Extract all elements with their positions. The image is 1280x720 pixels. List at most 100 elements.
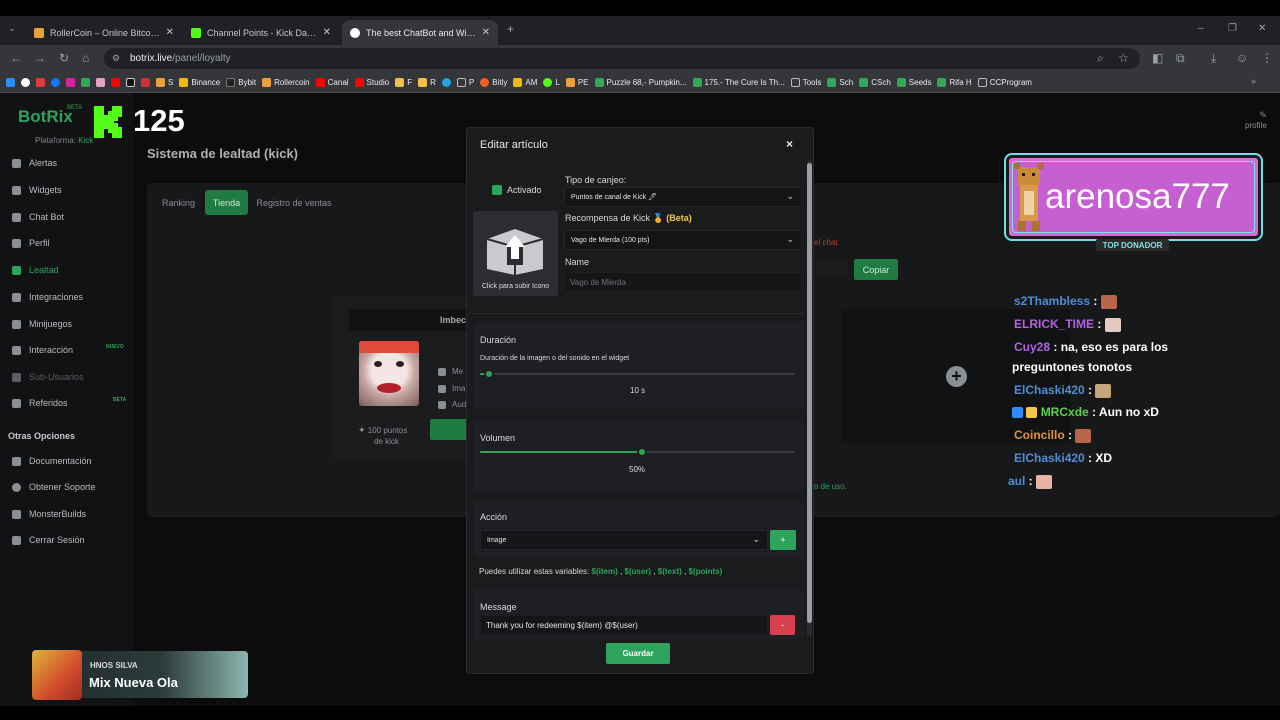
variable-user[interactable]: $(user) (624, 567, 651, 576)
new-tab-icon[interactable]: + (507, 22, 514, 36)
home-icon[interactable]: ⌂ (82, 51, 89, 65)
brand-logo[interactable]: BotRix (18, 107, 73, 127)
bookmark-star-icon[interactable]: ☆ (1118, 51, 1129, 65)
sidebar-item-subusuarios[interactable]: Sub-Usuarios (12, 372, 84, 382)
sidebar-item-documentacion[interactable]: Documentación (12, 456, 92, 466)
bookmark-icon-only[interactable] (66, 77, 75, 87)
item-edit-button[interactable] (430, 419, 470, 440)
plus-circle-icon[interactable]: + (946, 366, 967, 387)
sidebar-item-widgets[interactable]: Widgets (12, 185, 62, 195)
sidebar-item-cerrar-sesion[interactable]: Cerrar Sesión (12, 535, 85, 545)
minimize-icon[interactable]: – (1198, 23, 1204, 34)
modal-scrollbar-thumb[interactable] (807, 163, 812, 623)
url-field[interactable] (808, 262, 848, 277)
bookmark-canal[interactable]: Canal (315, 77, 349, 87)
address-bar[interactable]: botrix.live/panel/loyalty (104, 48, 1140, 69)
bookmark-icon-only[interactable] (6, 77, 15, 87)
close-icon[interactable]: ✕ (323, 27, 331, 38)
terms-note[interactable]: o de uso. (814, 482, 847, 491)
sidebar-item-lealtad[interactable]: Lealtad (12, 265, 59, 275)
zoom-icon[interactable]: ⌕ (1097, 51, 1104, 66)
bookmark-cure[interactable]: 175.- The Cure Is Th... (692, 77, 785, 87)
reload-icon[interactable]: ↻ (59, 51, 69, 65)
tab-botrix[interactable]: The best ChatBot and Widgets ✕ (342, 20, 498, 45)
bookmark-p[interactable]: P (456, 77, 474, 87)
bookmark-s[interactable]: S (156, 77, 173, 87)
sidebar-item-referidos[interactable]: Referidos (12, 398, 68, 408)
bookmark-studio[interactable]: Studio (354, 77, 389, 87)
more-bookmarks-icon[interactable]: » (1251, 76, 1256, 86)
sidebar-item-soporte[interactable]: Obtener Soporte (12, 482, 96, 492)
reward-select[interactable]: Vago de Mierda (100 pts) ⌄ (564, 230, 802, 250)
bookmark-seeds[interactable]: Seeds (896, 77, 931, 87)
sidebar-item-alertas[interactable]: Alertas (12, 158, 57, 168)
profile-link[interactable]: ✎ profile (1245, 110, 1267, 130)
forward-icon[interactable]: → (34, 51, 46, 65)
bookmark-icon-only[interactable] (111, 77, 120, 87)
bookmark-tools[interactable]: Tools (790, 77, 821, 87)
extensions-puzzle-icon[interactable]: ⧉ (1176, 51, 1185, 66)
bookmark-icon-only[interactable] (141, 77, 150, 87)
modal-close-icon[interactable]: × (786, 137, 793, 151)
close-icon[interactable]: ✕ (166, 27, 174, 38)
sidebar-item-interaccion[interactable]: Interacción (12, 345, 73, 355)
message-field[interactable]: Thank you for redeeming $(item) @$(user) (480, 615, 768, 635)
duration-slider-knob[interactable] (484, 369, 494, 379)
redeem-type-select[interactable]: Puntos de canal de Kick 🖊 ⌄ (564, 187, 802, 207)
tab-rollercoin[interactable]: RollerCoin – Online Bitcoin Min ✕ (26, 20, 182, 45)
bookmark-rollercoin[interactable]: Rollercoin (262, 77, 310, 87)
bookmark-am[interactable]: AM (513, 77, 537, 87)
bookmark-bitly[interactable]: Bitly (480, 77, 507, 87)
window-close-icon[interactable]: ✕ (1258, 23, 1266, 34)
variable-text[interactable]: $(text) (658, 567, 682, 576)
bookmark-sch[interactable]: Sch (827, 77, 853, 87)
bookmark-icon-only[interactable] (51, 77, 60, 87)
variable-item[interactable]: $(item) (592, 567, 618, 576)
bookmark-f[interactable]: F (395, 77, 412, 87)
bookmark-bybit[interactable]: Bybit (226, 77, 256, 87)
tab-ranking[interactable]: Ranking (155, 190, 202, 215)
sidebar-item-minijuegos[interactable]: Minijuegos (12, 319, 72, 329)
tab-tienda[interactable]: Tienda (205, 190, 248, 215)
extension-icon[interactable]: ◧ (1152, 51, 1163, 65)
sidebar-item-integraciones[interactable]: Integraciones (12, 292, 83, 302)
bookmark-icon-only[interactable] (96, 77, 105, 87)
restore-icon[interactable]: ❐ (1228, 23, 1237, 34)
add-action-button[interactable]: + (770, 530, 796, 550)
sidebar-item-perfil[interactable]: Perfil (12, 238, 50, 248)
bookmark-pe[interactable]: PE (565, 77, 589, 87)
duration-slider-track[interactable] (480, 373, 795, 375)
sidebar-item-chatbot[interactable]: Chat Bot (12, 212, 64, 222)
bookmark-l[interactable]: L (543, 77, 560, 87)
name-field[interactable]: Vago de Mierda (564, 272, 802, 292)
tab-channel-points[interactable]: Channel Points - Kick Dashboar ✕ (183, 20, 339, 45)
close-icon[interactable]: ✕ (482, 27, 490, 38)
sidebar-item-label: Integraciones (29, 292, 84, 302)
tab-registro-ventas[interactable]: Registro de ventas (252, 190, 336, 215)
tab-search-icon[interactable]: ⌄ (8, 23, 16, 34)
bookmark-rifa[interactable]: Rifa H (937, 77, 972, 87)
bookmark-binance[interactable]: Binance (179, 77, 220, 87)
bookmark-icon-only[interactable] (36, 77, 45, 87)
bookmark-icon-only[interactable] (126, 77, 135, 87)
sidebar-item-monsterbuilds[interactable]: MonsterBuilds (12, 509, 86, 519)
enabled-checkbox[interactable] (492, 185, 502, 195)
bookmark-r[interactable]: R (418, 77, 436, 87)
copy-button[interactable]: Copiar (854, 259, 898, 280)
save-button[interactable]: Guardar (606, 643, 670, 664)
bookmark-ccprogram[interactable]: CCProgram (977, 77, 1032, 87)
back-icon[interactable]: ← (10, 51, 22, 65)
action-select[interactable]: Image ⌄ (480, 530, 768, 550)
bookmark-csch[interactable]: CSch (859, 77, 891, 87)
bookmark-icon-only[interactable] (21, 77, 30, 87)
menu-icon[interactable]: ⋮ (1261, 51, 1273, 65)
volume-slider-knob[interactable] (636, 447, 647, 457)
bookmark-icon-only[interactable] (441, 77, 451, 87)
download-icon[interactable]: ⤓ (1211, 51, 1216, 66)
avatar[interactable]: ☺ (1236, 51, 1248, 65)
bookmark-icon-only[interactable] (81, 77, 90, 87)
site-info-icon[interactable]: ⚙ (112, 53, 120, 64)
remove-message-button[interactable]: - (770, 615, 795, 635)
variable-points[interactable]: $(points) (688, 567, 722, 576)
bookmark-puzzle[interactable]: Puzzle 68,- Pumpkin... (594, 77, 687, 87)
